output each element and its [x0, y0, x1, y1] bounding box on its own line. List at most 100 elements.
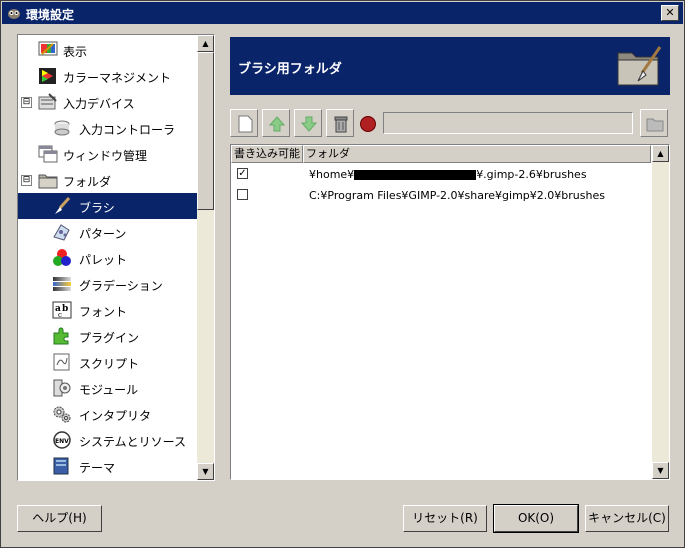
- sidebar-item-label: パレット: [79, 253, 128, 267]
- page-header: ブラシ用フォルダ: [230, 37, 670, 95]
- page-title: ブラシ用フォルダ: [238, 62, 342, 77]
- sidebar-item-patterns[interactable]: パターン: [18, 219, 198, 245]
- module-icon: [52, 379, 72, 397]
- theme-icon: [52, 457, 72, 475]
- sidebar-item-label: ウィンドウ管理: [63, 149, 148, 163]
- sidebar-item-label: インタプリタ: [79, 409, 152, 423]
- redacted-block: [354, 170, 477, 180]
- plugin-icon: [52, 327, 72, 345]
- gimp-app-icon: [6, 5, 22, 21]
- sidebar-item-gradients[interactable]: グラデーション: [18, 271, 198, 297]
- sidebar-item-label: フォルダ: [63, 175, 112, 189]
- sidebar-item-modules[interactable]: モジュール: [18, 375, 198, 401]
- sidebar-item-interpreters[interactable]: インタプリタ: [18, 401, 198, 427]
- sidebar-item-palettes[interactable]: パレット: [18, 245, 198, 271]
- sidebar-item-input-devices[interactable]: ⊟ 入力デバイス: [18, 89, 198, 115]
- svg-text:c: c: [58, 311, 62, 319]
- folder-path: ¥home¥ ¥.gimp-2.6¥brushes: [309, 168, 587, 181]
- folder-list: 書き込み可能 フォルダ ✓ ¥home¥ ¥.gimp-2.6¥brushes C…: [230, 144, 670, 480]
- move-up-button[interactable]: [262, 109, 290, 137]
- ok-button[interactable]: OK(O): [493, 504, 579, 533]
- sidebar-item-label: システムとリソース: [79, 435, 187, 449]
- window-management-icon: [38, 145, 58, 163]
- scroll-down-icon[interactable]: ▼: [197, 463, 214, 480]
- folders-icon: [38, 171, 58, 189]
- sidebar-item-label: 表示: [63, 45, 88, 59]
- new-folder-icon: [238, 115, 253, 133]
- font-icon: abc: [52, 301, 72, 319]
- title-bar[interactable]: 環境設定 ✕: [2, 2, 683, 24]
- color-management-icon: [38, 67, 58, 85]
- script-icon: [52, 353, 72, 371]
- sidebar-item-label: グラデーション: [79, 279, 163, 293]
- move-down-icon: [300, 116, 318, 132]
- sidebar-item-label: パターン: [79, 227, 127, 241]
- list-header: 書き込み可能 フォルダ: [231, 145, 651, 163]
- sidebar-item-label: カラーマネジメント: [63, 71, 172, 85]
- sidebar-item-display[interactable]: 表示: [18, 37, 198, 63]
- collapse-icon[interactable]: ⊟: [21, 97, 32, 108]
- sidebar-item-fonts[interactable]: abc フォント: [18, 297, 198, 323]
- move-down-button[interactable]: [294, 109, 322, 137]
- folder-path-field[interactable]: [383, 112, 633, 134]
- window-title: 環境設定: [26, 8, 75, 22]
- svg-text:ENV: ENV: [55, 438, 69, 445]
- scroll-up-icon[interactable]: ▲: [197, 35, 214, 52]
- collapse-icon[interactable]: ⊟: [21, 175, 32, 186]
- sidebar-item-label: モジュール: [79, 383, 139, 397]
- sidebar-item-input-controllers[interactable]: 入力コントローラ: [18, 115, 198, 141]
- display-icon: [38, 41, 58, 59]
- close-icon[interactable]: ✕: [661, 5, 679, 21]
- category-tree-list: 表示 カラーマネジメント ⊟ 入力デバイス 入力コントローラ ウィンドウ管理 ⊟…: [18, 35, 198, 480]
- palette-icon: [52, 249, 72, 267]
- pattern-icon: [52, 223, 72, 241]
- sidebar-item-label: プラグイン: [79, 331, 140, 345]
- interpreter-icon: [52, 405, 72, 423]
- scroll-down-icon[interactable]: ▼: [652, 462, 669, 479]
- sidebar-item-label: 入力コントローラ: [79, 123, 176, 137]
- category-tree: 表示 カラーマネジメント ⊟ 入力デバイス 入力コントローラ ウィンドウ管理 ⊟…: [17, 34, 215, 481]
- sidebar-item-environment[interactable]: ENV システムとリソース: [18, 427, 198, 453]
- brush-icon: [52, 196, 72, 215]
- sidebar-item-scripts[interactable]: スクリプト: [18, 349, 198, 375]
- column-header-writable[interactable]: 書き込み可能: [231, 145, 303, 163]
- input-devices-icon: [38, 93, 58, 111]
- reset-button[interactable]: リセット(R): [403, 505, 487, 532]
- status-red-icon: [360, 116, 376, 132]
- new-folder-button[interactable]: [230, 109, 258, 137]
- list-row[interactable]: C:¥Program Files¥GIMP-2.0¥share¥gimp¥2.0…: [231, 185, 651, 206]
- sidebar-item-brushes[interactable]: ブラシ: [18, 193, 198, 219]
- sidebar-item-window-management[interactable]: ウィンドウ管理: [18, 141, 198, 167]
- sidebar-item-color-management[interactable]: カラーマネジメント: [18, 63, 198, 89]
- sidebar-item-label: スクリプト: [79, 357, 140, 371]
- help-button[interactable]: ヘルプ(H): [17, 505, 102, 532]
- gradient-icon: [52, 275, 72, 293]
- folder-path-prefix: ¥home¥: [309, 168, 355, 181]
- sidebar-item-label: 入力デバイス: [63, 97, 135, 111]
- sidebar-scrollbar[interactable]: ▲ ▼: [197, 35, 214, 480]
- list-scrollbar[interactable]: ▲ ▼: [652, 145, 669, 479]
- delete-button[interactable]: [326, 109, 354, 137]
- column-header-folder[interactable]: フォルダ: [303, 145, 651, 163]
- browse-folder-button[interactable]: [640, 109, 668, 137]
- folder-path-suffix: ¥.gimp-2.6¥brushes: [476, 168, 587, 181]
- sidebar-item-label: フォント: [79, 305, 128, 319]
- browse-folder-icon: [646, 118, 664, 132]
- sidebar-item-themes[interactable]: テーマ: [18, 453, 198, 479]
- move-up-icon: [268, 116, 286, 132]
- sidebar-item-plugins[interactable]: プラグイン: [18, 323, 198, 349]
- input-controllers-icon: [52, 119, 72, 137]
- brush-folder-icon: [616, 43, 662, 89]
- preferences-window: 環境設定 ✕ 表示 カラーマネジメント ⊟ 入力デバイス 入力コントローラ ウィ…: [0, 0, 685, 548]
- sidebar-item-label: ブラシ: [79, 201, 115, 215]
- scroll-up-icon[interactable]: ▲: [652, 145, 669, 162]
- list-row[interactable]: ✓ ¥home¥ ¥.gimp-2.6¥brushes: [231, 164, 651, 185]
- delete-icon: [334, 116, 348, 133]
- sidebar-item-folders[interactable]: ⊟ フォルダ: [18, 167, 198, 193]
- sidebar-item-label: テーマ: [79, 461, 116, 475]
- cancel-button[interactable]: キャンセル(C): [585, 505, 669, 532]
- svg-text:b: b: [62, 304, 68, 314]
- writable-checkbox[interactable]: ✓: [237, 168, 248, 179]
- scroll-thumb[interactable]: [197, 52, 214, 210]
- writable-checkbox[interactable]: [237, 189, 248, 200]
